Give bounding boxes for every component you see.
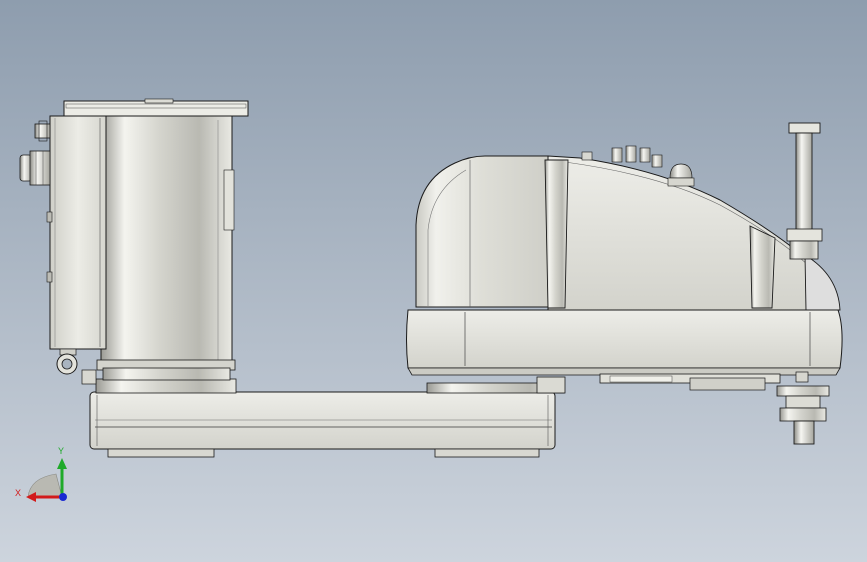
scara-robot-side-view: X Y <box>15 98 843 502</box>
upper-arm-housing[interactable] <box>406 145 843 391</box>
lower-arm[interactable] <box>89 376 566 458</box>
connector-box[interactable] <box>19 115 107 385</box>
tool-flange[interactable] <box>776 371 830 445</box>
ball-screw-spline[interactable] <box>786 122 823 260</box>
axis-triad[interactable]: X Y <box>15 446 67 502</box>
lifting-eye <box>56 348 78 375</box>
cad-viewport[interactable]: X Y <box>0 0 867 562</box>
y-axis-arrowhead <box>57 458 67 469</box>
y-axis-label: Y <box>58 446 64 456</box>
cable-gland-lower <box>19 150 51 186</box>
x-axis-label: X <box>15 488 21 498</box>
z-axis-dot <box>59 493 67 501</box>
cable-gland-upper <box>34 120 51 142</box>
